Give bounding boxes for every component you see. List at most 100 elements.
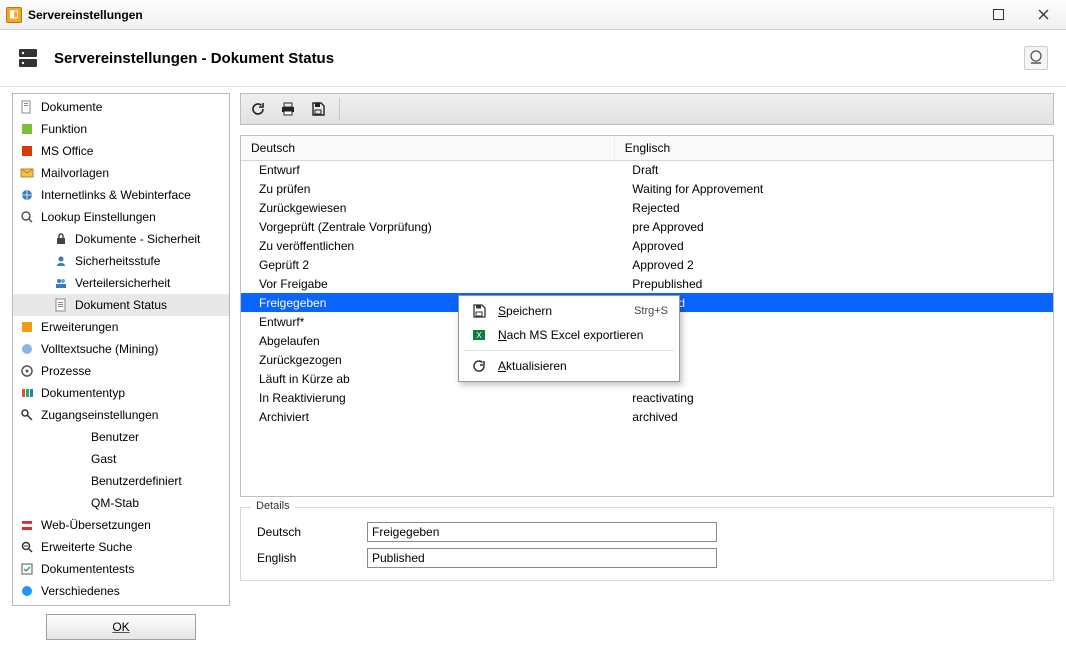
sidebar-item-label: Sicherheitsstufe [75, 254, 160, 268]
menu-item-label: Nach MS Excel exportieren [498, 328, 668, 342]
search-icon [19, 209, 35, 225]
table-row[interactable]: In Reaktivierungreactivating [241, 388, 1053, 407]
title-bar: ◧ Servereinstellungen [0, 0, 1066, 30]
excel-icon: X [470, 326, 488, 344]
sidebar-item[interactable]: Internetlinks & Webinterface [13, 184, 229, 206]
print-button[interactable] [277, 98, 299, 120]
nav-tree[interactable]: Dokumente Funktion MS OfficeMailvorlagen In… [12, 93, 230, 606]
context-menu[interactable]: SpeichernStrg+S X Nach MS Excel exportiere… [458, 295, 680, 382]
sidebar-item[interactable]: Dokumente [13, 96, 229, 118]
menu-item[interactable]: SpeichernStrg+S [462, 299, 676, 323]
save-button[interactable] [307, 98, 329, 120]
cell-en: Draft [614, 160, 1052, 179]
sidebar-item[interactable]: Benutzer [13, 426, 229, 448]
details-legend: Details [251, 500, 295, 512]
sidebar-item[interactable]: Web-Übersetzungen [13, 514, 229, 536]
puzzle-icon [19, 121, 35, 137]
menu-item[interactable]: X Nach MS Excel exportieren [462, 323, 676, 347]
col-header-en[interactable]: Englisch [614, 136, 1052, 160]
sidebar-item[interactable]: Dokumententests [13, 558, 229, 580]
cell-en: Prepublished [614, 274, 1052, 293]
sidebar-item-label: Erweiterte Suche [41, 540, 132, 554]
sidebar-item[interactable]: Prozesse [13, 360, 229, 382]
sidebar-item-label: Zugangseinstellungen [41, 408, 158, 422]
window-title: Servereinstellungen [28, 8, 143, 22]
sidebar-item[interactable]: Benutzerdefiniert [13, 470, 229, 492]
sidebar-item[interactable]: Verschiedenes [13, 580, 229, 602]
table-row[interactable]: Zu prüfenWaiting for Approvement [241, 179, 1053, 198]
help-icon[interactable] [1024, 46, 1048, 70]
cell-en: Published [614, 293, 1052, 312]
sidebar-item-label: Benutzer [91, 430, 139, 444]
sidebar-item-label: Gast [91, 452, 116, 466]
svg-text:X: X [476, 331, 482, 340]
sidebar-item-label: Web-Übersetzungen [41, 518, 151, 532]
sidebar-item[interactable]: Mailvorlagen [13, 162, 229, 184]
sidebar-item-label: Dokument Status [75, 298, 167, 312]
toolbar [240, 93, 1054, 125]
table-row[interactable]: ZurückgewiesenRejected [241, 198, 1053, 217]
table-row[interactable]: EntwurfDraft [241, 160, 1053, 179]
sidebar-item-label: Verteilersicherheit [75, 276, 170, 290]
cell-de: Vorgeprüft (Zentrale Vorprüfung) [241, 217, 614, 236]
sidebar-item[interactable]: Dokument Status [13, 294, 229, 316]
table-row[interactable]: Archiviertarchived [241, 407, 1053, 426]
cell-en: Rejected [614, 198, 1052, 217]
table-row[interactable]: Vor FreigabePrepublished [241, 274, 1053, 293]
cell-en: Waiting for Approvement [614, 179, 1052, 198]
server-icon [14, 44, 42, 72]
sidebar-item[interactable]: Volltextsuche (Mining) [13, 338, 229, 360]
sidebar-item-label: Internetlinks & Webinterface [41, 188, 191, 202]
sidebar-item[interactable]: Dokumente - Sicherheit [13, 228, 229, 250]
menu-separator [464, 350, 674, 351]
cell-de: In Reaktivierung [241, 388, 614, 407]
sidebar-item[interactable]: Lookup Einstellungen [13, 206, 229, 228]
page-header: Servereinstellungen - Dokument Status [0, 30, 1066, 87]
blank-icon [69, 451, 85, 467]
cell-de: Entwurf [241, 160, 614, 179]
sidebar-item-label: Dokumententyp [41, 386, 125, 400]
cell-en: archived [614, 407, 1052, 426]
sidebar-item-label: Funktion [41, 122, 87, 136]
refresh-button[interactable] [247, 98, 269, 120]
office-icon [19, 143, 35, 159]
sidebar-item[interactable]: Zugangseinstellungen [13, 404, 229, 426]
sidebar-item-label: Dokumente [41, 100, 102, 114]
sidebar-item[interactable]: Gast [13, 448, 229, 470]
plugin-icon [19, 319, 35, 335]
app-icon: ◧ [6, 7, 22, 23]
blank-icon [69, 429, 85, 445]
sidebar-item[interactable]: Sicherheitsstufe [13, 250, 229, 272]
sidebar-item[interactable]: Verteilersicherheit [13, 272, 229, 294]
sidebar-item-label: QM-Stab [91, 496, 139, 510]
sidebar-item-label: Benutzerdefiniert [91, 474, 182, 488]
maximize-button[interactable] [976, 0, 1021, 30]
col-header-de[interactable]: Deutsch [241, 136, 614, 160]
cell-en [614, 350, 1052, 369]
ok-button[interactable]: OK [46, 614, 196, 640]
test-icon [19, 561, 35, 577]
blank-icon [69, 495, 85, 511]
sidebar-item[interactable]: Funktion [13, 118, 229, 140]
misc-icon [19, 583, 35, 599]
table-row[interactable]: Zu veröffentlichenApproved [241, 236, 1053, 255]
menu-item[interactable]: Aktualisieren [462, 354, 676, 378]
toolbar-separator [339, 98, 340, 120]
details-en-input[interactable] [367, 548, 717, 568]
cell-en [614, 369, 1052, 388]
sidebar-item[interactable]: Erweiterte Suche [13, 536, 229, 558]
close-button[interactable] [1021, 0, 1066, 30]
details-de-input[interactable] [367, 522, 717, 542]
sidebar-item[interactable]: QM-Stab [13, 492, 229, 514]
sidebar-item[interactable]: Dokumententyp [13, 382, 229, 404]
table-row[interactable]: Geprüft 2Approved 2 [241, 255, 1053, 274]
page-title: Servereinstellungen - Dokument Status [54, 50, 334, 67]
details-de-label: Deutsch [257, 525, 367, 539]
sidebar-item-label: Volltextsuche (Mining) [41, 342, 158, 356]
mail-icon [19, 165, 35, 181]
cell-de: Archiviert [241, 407, 614, 426]
sidebar-item[interactable]: MS Office [13, 140, 229, 162]
blank-icon [69, 473, 85, 489]
table-row[interactable]: Vorgeprüft (Zentrale Vorprüfung)pre Appr… [241, 217, 1053, 236]
sidebar-item[interactable]: Erweiterungen [13, 316, 229, 338]
